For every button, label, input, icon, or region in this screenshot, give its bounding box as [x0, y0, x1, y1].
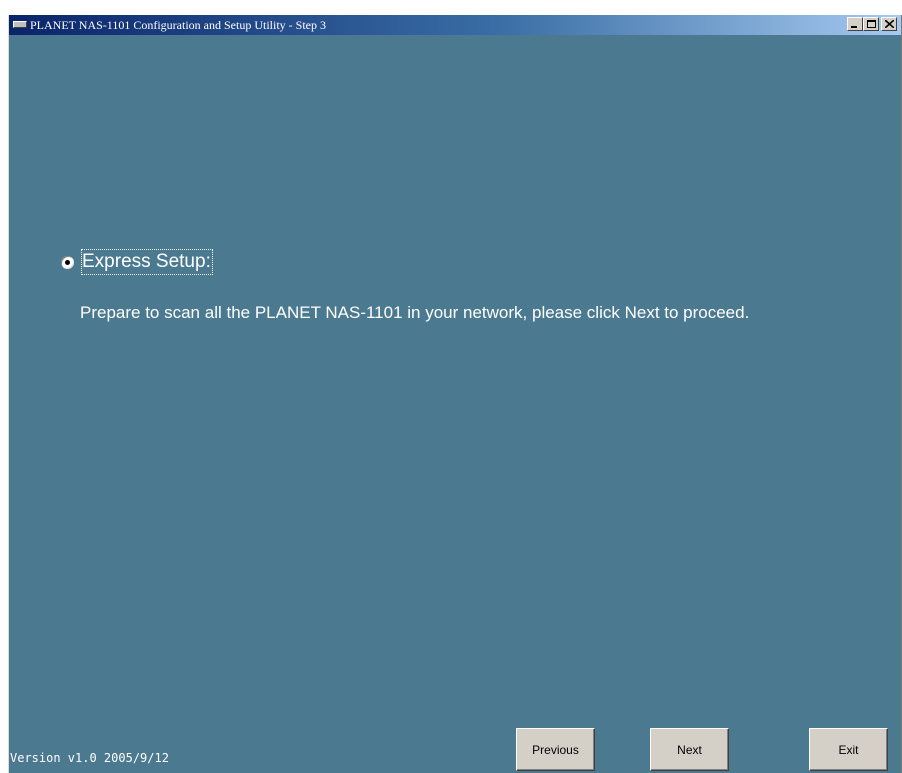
minimize-button[interactable]	[847, 17, 863, 31]
window-title: PLANET NAS-1101 Configuration and Setup …	[30, 18, 326, 32]
setup-description: Prepare to scan all the PLANET NAS-1101 …	[80, 303, 750, 322]
app-window-icon[interactable]	[13, 21, 27, 28]
exit-button[interactable]: Exit	[809, 728, 888, 771]
title-bar[interactable]: PLANET NAS-1101 Configuration and Setup …	[9, 15, 901, 35]
close-icon	[885, 20, 894, 28]
maximize-button[interactable]	[863, 17, 879, 31]
setup-window: PLANET NAS-1101 Configuration and Setup …	[8, 15, 902, 773]
close-button[interactable]	[881, 17, 897, 31]
express-setup-radio[interactable]	[61, 256, 74, 269]
next-button[interactable]: Next	[650, 728, 729, 771]
previous-button[interactable]: Previous	[516, 728, 595, 771]
express-setup-label[interactable]: Express Setup:	[81, 249, 213, 275]
version-label: Version v1.0 2005/9/12	[10, 751, 169, 765]
